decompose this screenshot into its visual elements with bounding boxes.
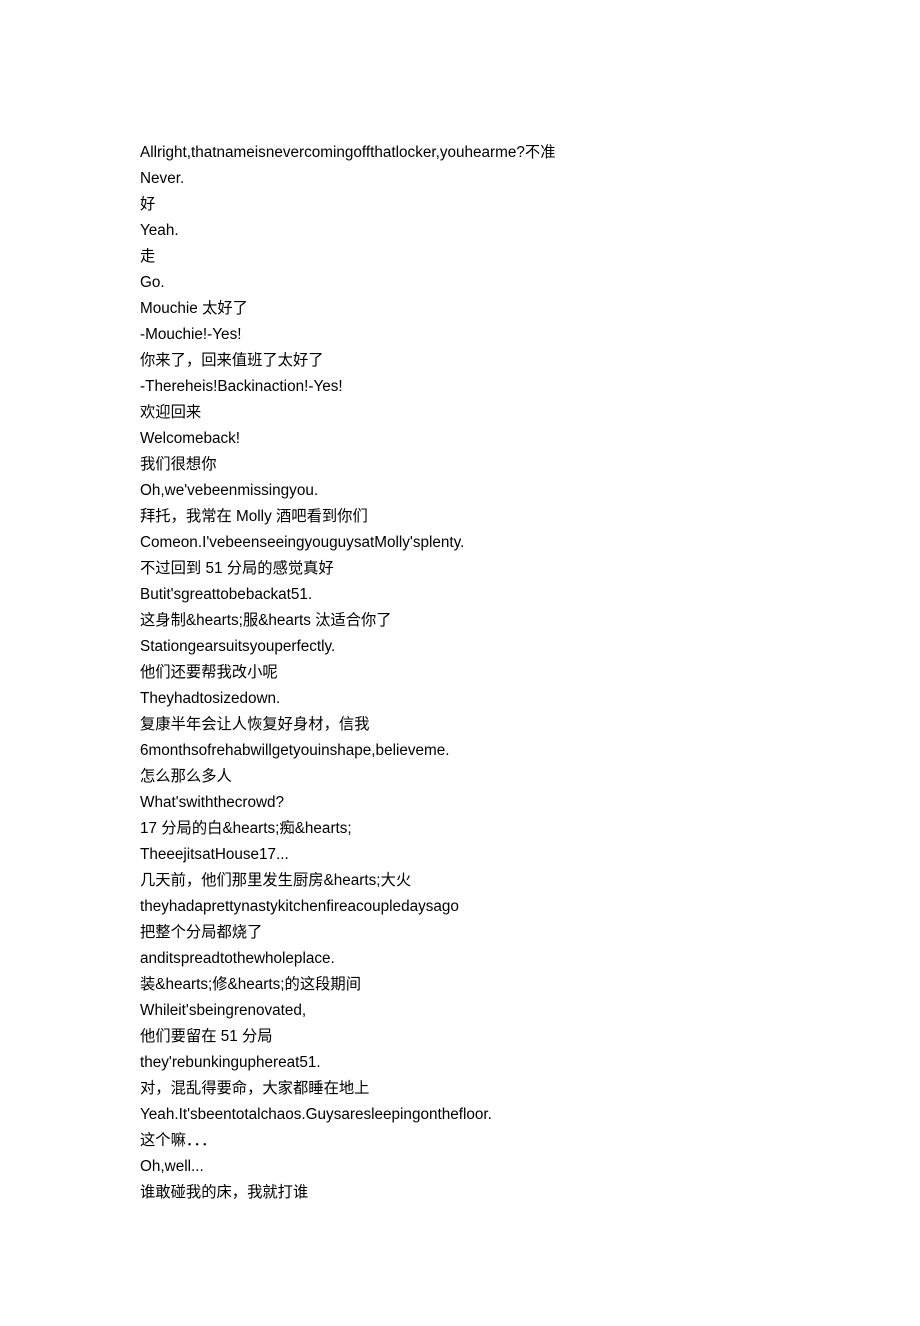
text-line: 把整个分局都烧了 [140,920,780,946]
text-line: Oh,well... [140,1154,780,1180]
text-line: 他们要留在 51 分局 [140,1024,780,1050]
text-line: 17 分局的白&hearts;痴&hearts; [140,816,780,842]
text-line: 这个嘛．．． [140,1128,780,1154]
text-line: -Mouchie!-Yes! [140,322,780,348]
text-line: Welcomeback! [140,426,780,452]
text-line: 6monthsofrehabwillgetyouinshape,believem… [140,738,780,764]
text-line: they'rebunkinguphereat51. [140,1050,780,1076]
text-line: Yeah.It'sbeentotalchaos.Guysaresleepingo… [140,1102,780,1128]
text-line: Whileit'sbeingrenovated, [140,998,780,1024]
text-line: What'swiththecrowd? [140,790,780,816]
text-line: Allright,thatnameisnevercomingoffthatloc… [140,140,780,166]
text-line: theyhadaprettynastykitchenfireacoupleday… [140,894,780,920]
text-line: 对，混乱得要命，大家都睡在地上 [140,1076,780,1102]
text-line: 怎么那么多人 [140,764,780,790]
text-line: 几天前，他们那里发生厨房&hearts;大火 [140,868,780,894]
text-line: anditspreadtothewholeplace. [140,946,780,972]
text-line: 不过回到 51 分局的感觉真好 [140,556,780,582]
text-line: TheeejitsatHouse17... [140,842,780,868]
text-line: Yeah. [140,218,780,244]
text-line: Oh,we'vebeenmissingyou. [140,478,780,504]
text-line: 他们还要帮我改小呢 [140,660,780,686]
text-line: 拜托，我常在 Molly 酒吧看到你们 [140,504,780,530]
text-line: 装&hearts;修&hearts;的这段期间 [140,972,780,998]
text-line: Butit'sgreattobebackat51. [140,582,780,608]
text-line: 走 [140,244,780,270]
text-line: Comeon.I'vebeenseeingyouguysatMolly'sple… [140,530,780,556]
text-line: Go. [140,270,780,296]
document-page: Allright,thatnameisnevercomingoffthatloc… [0,0,920,1326]
text-line: 好 [140,192,780,218]
text-line: Theyhadtosizedown. [140,686,780,712]
text-line: 这身制&hearts;服&hearts 汰适合你了 [140,608,780,634]
text-line: 你来了，回来值班了太好了 [140,348,780,374]
text-line: 我们很想你 [140,452,780,478]
text-line: Stationgearsuitsyouperfectly. [140,634,780,660]
text-line: 复康半年会让人恢复好身材，信我 [140,712,780,738]
text-line: Never. [140,166,780,192]
text-line: 谁敢碰我的床，我就打谁 [140,1180,780,1206]
text-line: -Thereheis!Backinaction!-Yes! [140,374,780,400]
text-line: Mouchie 太好了 [140,296,780,322]
text-line: 欢迎回来 [140,400,780,426]
